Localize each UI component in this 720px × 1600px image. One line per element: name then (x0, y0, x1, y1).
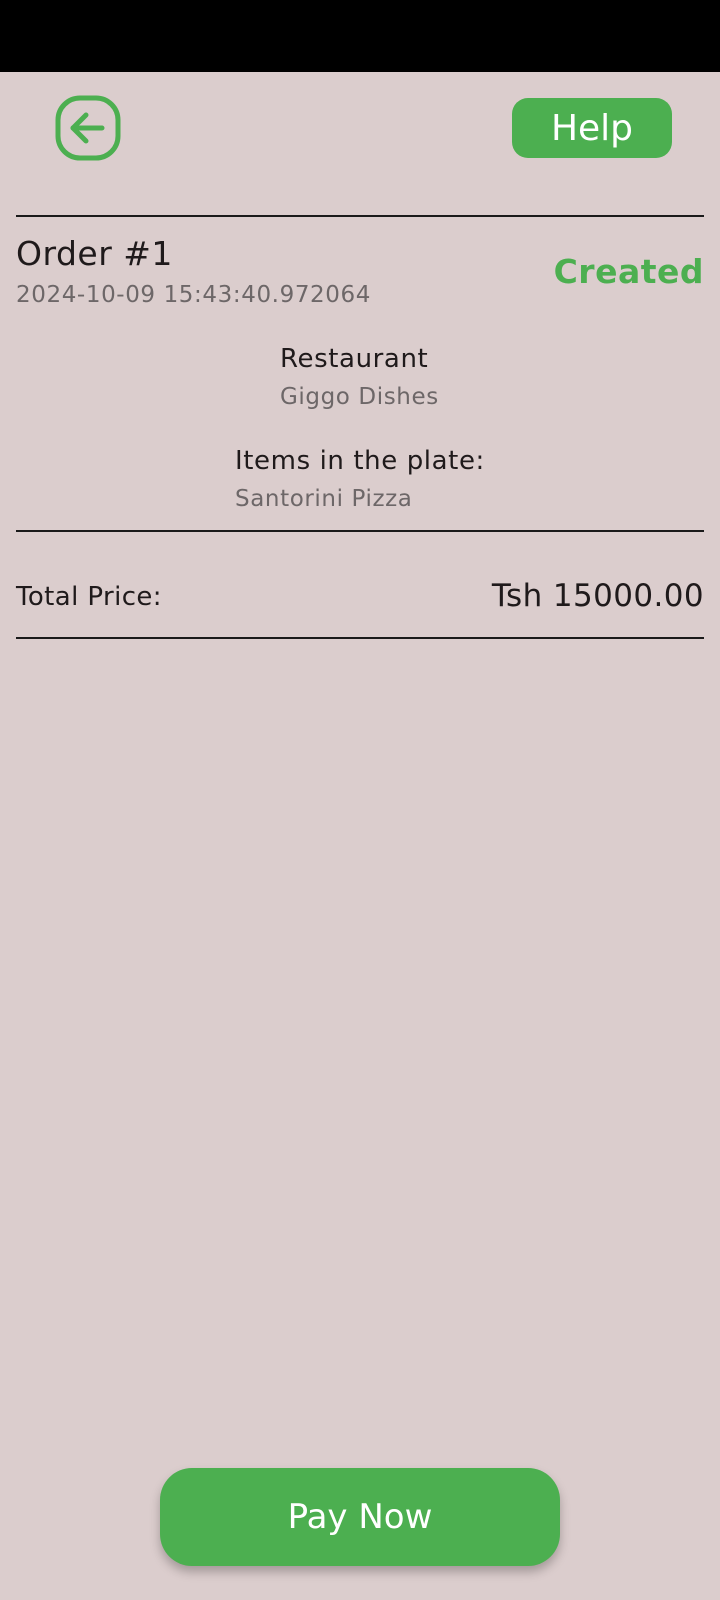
item-name: Santorini Pizza (235, 486, 413, 512)
order-title: Order #1 (16, 234, 173, 273)
back-button[interactable] (55, 95, 121, 161)
order-status-badge: Created (553, 252, 704, 291)
restaurant-name: Giggo Dishes (280, 384, 439, 410)
total-price-value: Tsh 15000.00 (491, 578, 704, 614)
status-bar (0, 0, 720, 72)
divider-bottom (16, 637, 704, 639)
divider-top (16, 215, 704, 217)
pay-now-button[interactable]: Pay Now (160, 1468, 560, 1566)
order-timestamp: 2024-10-09 15:43:40.972064 (16, 282, 371, 308)
items-label: Items in the plate: (235, 446, 485, 476)
back-arrow-icon (55, 95, 121, 161)
total-price-label: Total Price: (16, 582, 162, 612)
divider-middle (16, 530, 704, 532)
help-button[interactable]: Help (512, 98, 672, 158)
restaurant-label: Restaurant (280, 344, 429, 374)
